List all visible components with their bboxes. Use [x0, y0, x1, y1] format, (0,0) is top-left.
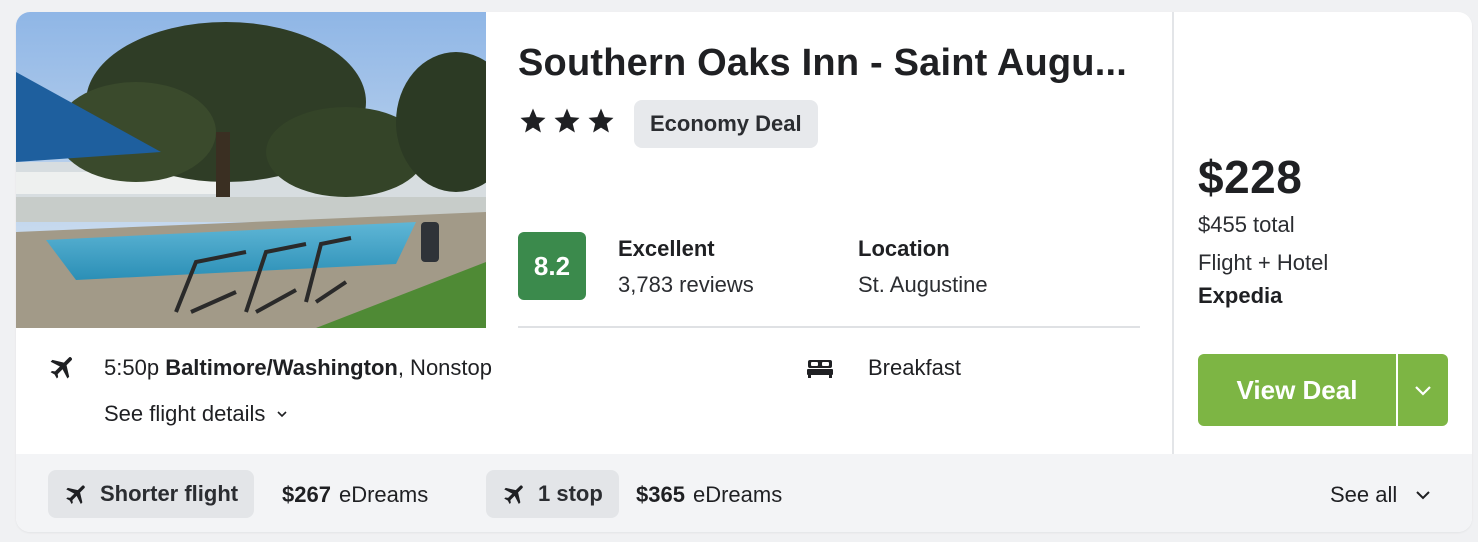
deal-options-dropdown[interactable]: [1398, 354, 1448, 426]
flight-origin: Baltimore/Washington: [165, 355, 398, 380]
star-icon: [520, 108, 546, 133]
price-total: $455 total: [1198, 212, 1295, 237]
star-rating: [518, 106, 616, 136]
alt-price-value: $267: [282, 482, 331, 507]
alt-label: 1 stop: [538, 481, 603, 506]
location-value: St. Augustine: [858, 272, 988, 297]
plane-icon: [504, 485, 523, 504]
alt-price-2[interactable]: $365 eDreams: [636, 482, 782, 508]
flight-details-label: See flight details: [104, 401, 266, 426]
location-label: Location: [858, 236, 950, 261]
chevron-down-icon: [1416, 491, 1430, 500]
hotel-deal-card: Southern Oaks Inn - Saint Augu... Econom…: [16, 12, 1472, 532]
pool-image: [16, 12, 486, 328]
see-all-button[interactable]: See all: [1330, 482, 1433, 508]
view-deal-button[interactable]: View Deal: [1198, 354, 1396, 426]
plane-icon: [50, 357, 72, 379]
alt-1-stop-chip[interactable]: 1 stop: [486, 470, 619, 518]
deal-price: $228: [1198, 151, 1303, 203]
amenity-breakfast: Breakfast: [868, 355, 961, 380]
star-icon: [554, 108, 580, 133]
review-count: 3,783 reviews: [618, 272, 754, 297]
hotel-photo[interactable]: [16, 12, 486, 328]
see-flight-details-link[interactable]: See flight details: [104, 401, 289, 427]
rating-label: Excellent: [618, 236, 715, 261]
alt-price-1[interactable]: $267 eDreams: [282, 482, 428, 508]
package-type: Flight + Hotel: [1198, 250, 1329, 275]
economy-deal-badge: Economy Deal: [634, 100, 818, 148]
see-all-label: See all: [1330, 482, 1398, 507]
flight-stops: , Nonstop: [397, 355, 492, 380]
alt-provider: eDreams: [692, 482, 783, 507]
alternatives-bar: Shorter flight $267 eDreams 1 stop $365 eD…: [16, 454, 1472, 532]
plane-icon: [66, 485, 85, 504]
chevron-down-icon: [277, 411, 288, 418]
flight-summary: 5:50p Baltimore/Washington, Nonstop: [104, 355, 492, 381]
review-score-badge: 8.2: [518, 232, 586, 300]
chevron-down-icon: [1415, 386, 1431, 396]
alt-label: Shorter flight: [100, 481, 239, 506]
star-icon: [588, 108, 614, 133]
alt-price-value: $365: [636, 482, 685, 507]
section-divider: [518, 326, 1140, 328]
provider-name: Expedia: [1198, 283, 1283, 308]
price-column-divider: [1172, 12, 1174, 454]
hotel-name[interactable]: Southern Oaks Inn - Saint Augu...: [518, 42, 1158, 85]
alt-shorter-flight-chip[interactable]: Shorter flight: [48, 470, 255, 518]
bed-icon: [807, 360, 833, 378]
flight-time: 5:50p: [104, 355, 160, 380]
alt-provider: eDreams: [338, 482, 429, 507]
